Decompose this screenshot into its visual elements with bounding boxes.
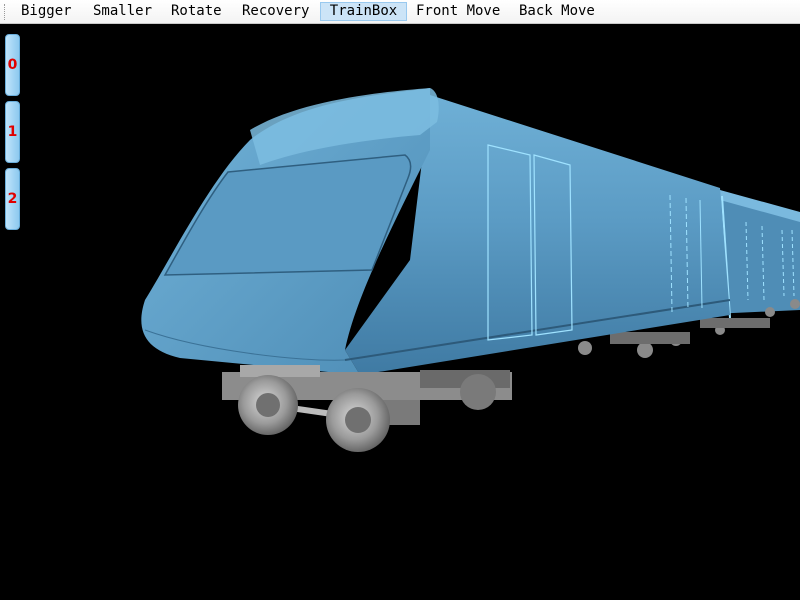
lead-car-body (141, 88, 731, 375)
front-bogie (222, 365, 512, 452)
menu-grip (4, 4, 7, 20)
menu-bar: Bigger Smaller Rotate Recovery TrainBox … (0, 0, 800, 24)
menu-item-recovery[interactable]: Recovery (238, 2, 313, 21)
menu-item-trainbox[interactable]: TrainBox (320, 2, 407, 21)
menu-item-smaller[interactable]: Smaller (89, 2, 156, 21)
camera-button-2[interactable]: 2 (5, 168, 20, 230)
3d-viewport[interactable]: 0 1 2 (0, 25, 800, 600)
camera-button-1[interactable]: 1 (5, 101, 20, 163)
train-model[interactable] (0, 25, 800, 600)
menu-item-front-move[interactable]: Front Move (412, 2, 504, 21)
menu-item-bigger[interactable]: Bigger (17, 2, 76, 21)
menu-item-rotate[interactable]: Rotate (167, 2, 226, 21)
menu-item-back-move[interactable]: Back Move (515, 2, 599, 21)
camera-button-0[interactable]: 0 (5, 34, 20, 96)
